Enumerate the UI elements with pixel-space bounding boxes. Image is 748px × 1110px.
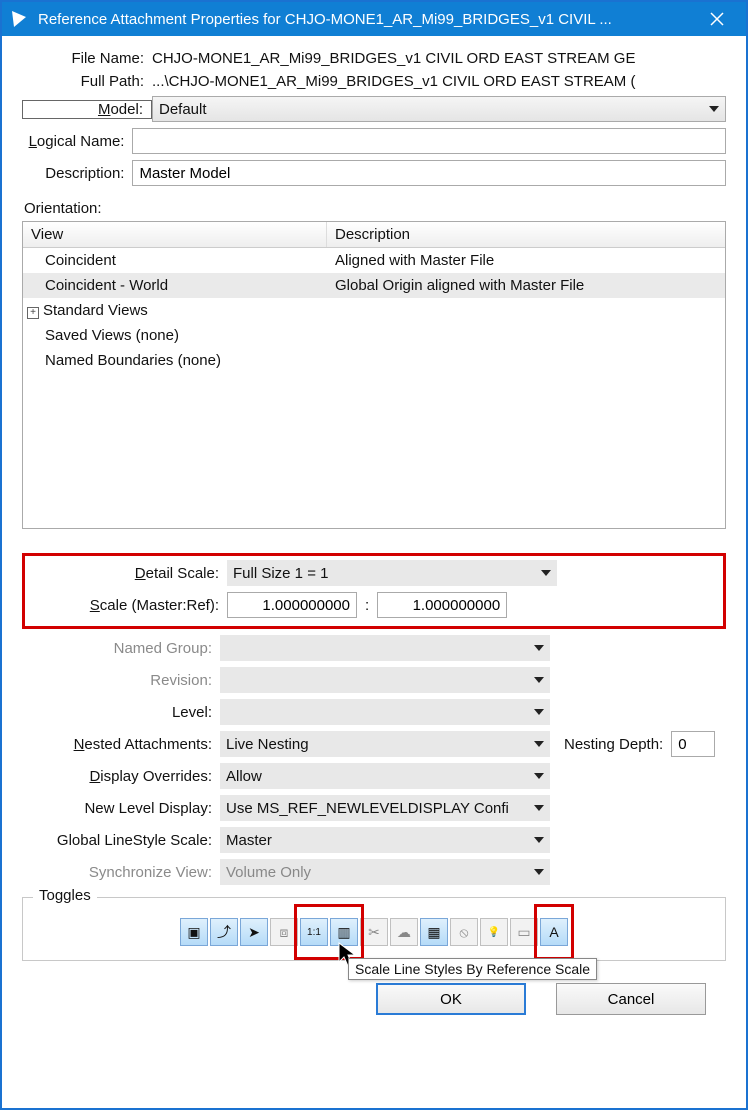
clip-mask-icon[interactable]: ☁ xyxy=(390,918,418,946)
model-select[interactable]: Default xyxy=(152,96,726,122)
scale-sep: : xyxy=(365,597,369,614)
window-title: Reference Attachment Properties for CHJO… xyxy=(38,11,694,28)
level-select[interactable] xyxy=(220,699,550,725)
nesting-depth-label: Nesting Depth: xyxy=(564,736,663,753)
orientation-label: Orientation: xyxy=(24,200,726,217)
toggles-section: Toggles ▣⤴➤⧈1:1▥✂☁▦⦸💡▭A Scale Line Style… xyxy=(22,897,726,961)
file-name-value: CHJO-MONE1_AR_Mi99_BRIDGES_v1 CIVIL ORD … xyxy=(152,50,726,67)
chevron-down-icon xyxy=(534,837,544,843)
chevron-down-icon xyxy=(534,805,544,811)
global-linestyle-select[interactable]: Master xyxy=(220,827,550,853)
description-label: Description: xyxy=(22,165,132,182)
cancel-button[interactable]: Cancel xyxy=(556,983,706,1015)
new-level-display-select[interactable]: Use MS_REF_NEWLEVELDISPLAY Confi xyxy=(220,795,550,821)
display-icon[interactable]: ▣ xyxy=(180,918,208,946)
named-group-label: Named Group: xyxy=(22,640,220,657)
chevron-down-icon xyxy=(534,869,544,875)
orientation-row[interactable]: Coincident Aligned with Master File xyxy=(23,248,725,273)
orientation-panel: View Description Coincident Aligned with… xyxy=(22,221,726,529)
level-label: Level: xyxy=(22,704,220,721)
nesting-depth-input[interactable] xyxy=(671,731,715,757)
chevron-down-icon xyxy=(534,709,544,715)
orientation-row[interactable]: Saved Views (none) xyxy=(23,323,725,348)
clip-front-icon[interactable]: ✂ xyxy=(360,918,388,946)
orientation-row[interactable]: Coincident - World Global Origin aligned… xyxy=(23,273,725,298)
synchronize-view-select: Volume Only xyxy=(220,859,550,885)
orientation-row[interactable]: +Standard Views xyxy=(23,298,725,323)
locate-icon[interactable]: ➤ xyxy=(240,918,268,946)
model-label: Model: xyxy=(22,100,152,119)
scale-master-input[interactable] xyxy=(227,592,357,618)
raster-ref-icon[interactable]: ▦ xyxy=(420,918,448,946)
new-level-display-label: New Level Display: xyxy=(22,800,220,817)
detail-scale-label: Detail Scale: xyxy=(29,565,227,582)
file-name-label: File Name: xyxy=(22,50,152,67)
revision-label: Revision: xyxy=(22,672,220,689)
lights-icon[interactable]: 💡 xyxy=(480,918,508,946)
annotation-scale-icon[interactable]: A xyxy=(540,918,568,946)
toggles-legend: Toggles xyxy=(33,887,97,904)
description-input[interactable] xyxy=(132,160,726,186)
toggle-strip: ▣⤴➤⧈1:1▥✂☁▦⦸💡▭A Scale Line Styles By Ref… xyxy=(33,918,715,946)
chevron-down-icon xyxy=(534,645,544,651)
scale-label: Scale (Master:Ref): xyxy=(29,597,227,614)
logical-name-input[interactable] xyxy=(132,128,726,154)
titlebar: Reference Attachment Properties for CHJO… xyxy=(2,2,746,36)
chevron-down-icon xyxy=(534,677,544,683)
display-overrides-select[interactable]: Allow xyxy=(220,763,550,789)
snap-icon[interactable]: ⤴ xyxy=(210,918,238,946)
named-group-select xyxy=(220,635,550,661)
scale-ref-input[interactable] xyxy=(377,592,507,618)
chevron-down-icon xyxy=(709,106,719,112)
col-view[interactable]: View xyxy=(23,222,327,247)
true-scale-icon[interactable]: 1:1 xyxy=(300,918,328,946)
chevron-down-icon xyxy=(534,741,544,747)
nested-attachments-select[interactable]: Live Nesting xyxy=(220,731,550,757)
clip-back-icon[interactable]: ⧈ xyxy=(270,918,298,946)
line-styles-scale-icon[interactable]: ▥ xyxy=(330,918,358,946)
drawing-boundary-icon[interactable]: ▭ xyxy=(510,918,538,946)
close-button[interactable] xyxy=(694,2,740,36)
col-description[interactable]: Description xyxy=(327,222,725,247)
chevron-down-icon xyxy=(541,570,551,576)
expand-icon[interactable]: + xyxy=(27,307,39,319)
full-path-label: Full Path: xyxy=(22,73,152,90)
tooltip: Scale Line Styles By Reference Scale xyxy=(348,958,597,980)
synchronize-view-label: Synchronize View: xyxy=(22,864,220,881)
chevron-down-icon xyxy=(534,773,544,779)
nested-attachments-label: Nested Attachments: xyxy=(22,736,220,753)
display-overrides-label: Display Overrides: xyxy=(22,768,220,785)
detail-scale-select[interactable]: Full Size 1 = 1 xyxy=(227,560,557,586)
orientation-row[interactable]: Named Boundaries (none) xyxy=(23,348,725,373)
orientation-header: View Description xyxy=(23,222,725,248)
full-path-value: ...\CHJO-MONE1_AR_Mi99_BRIDGES_v1 CIVIL … xyxy=(152,73,726,90)
revision-select xyxy=(220,667,550,693)
global-linestyle-label: Global LineStyle Scale: xyxy=(22,832,220,849)
logical-name-label: Logical Name: xyxy=(22,133,132,150)
ok-button[interactable]: OK xyxy=(376,983,526,1015)
ignore-attach-icon[interactable]: ⦸ xyxy=(450,918,478,946)
app-icon xyxy=(8,8,30,30)
